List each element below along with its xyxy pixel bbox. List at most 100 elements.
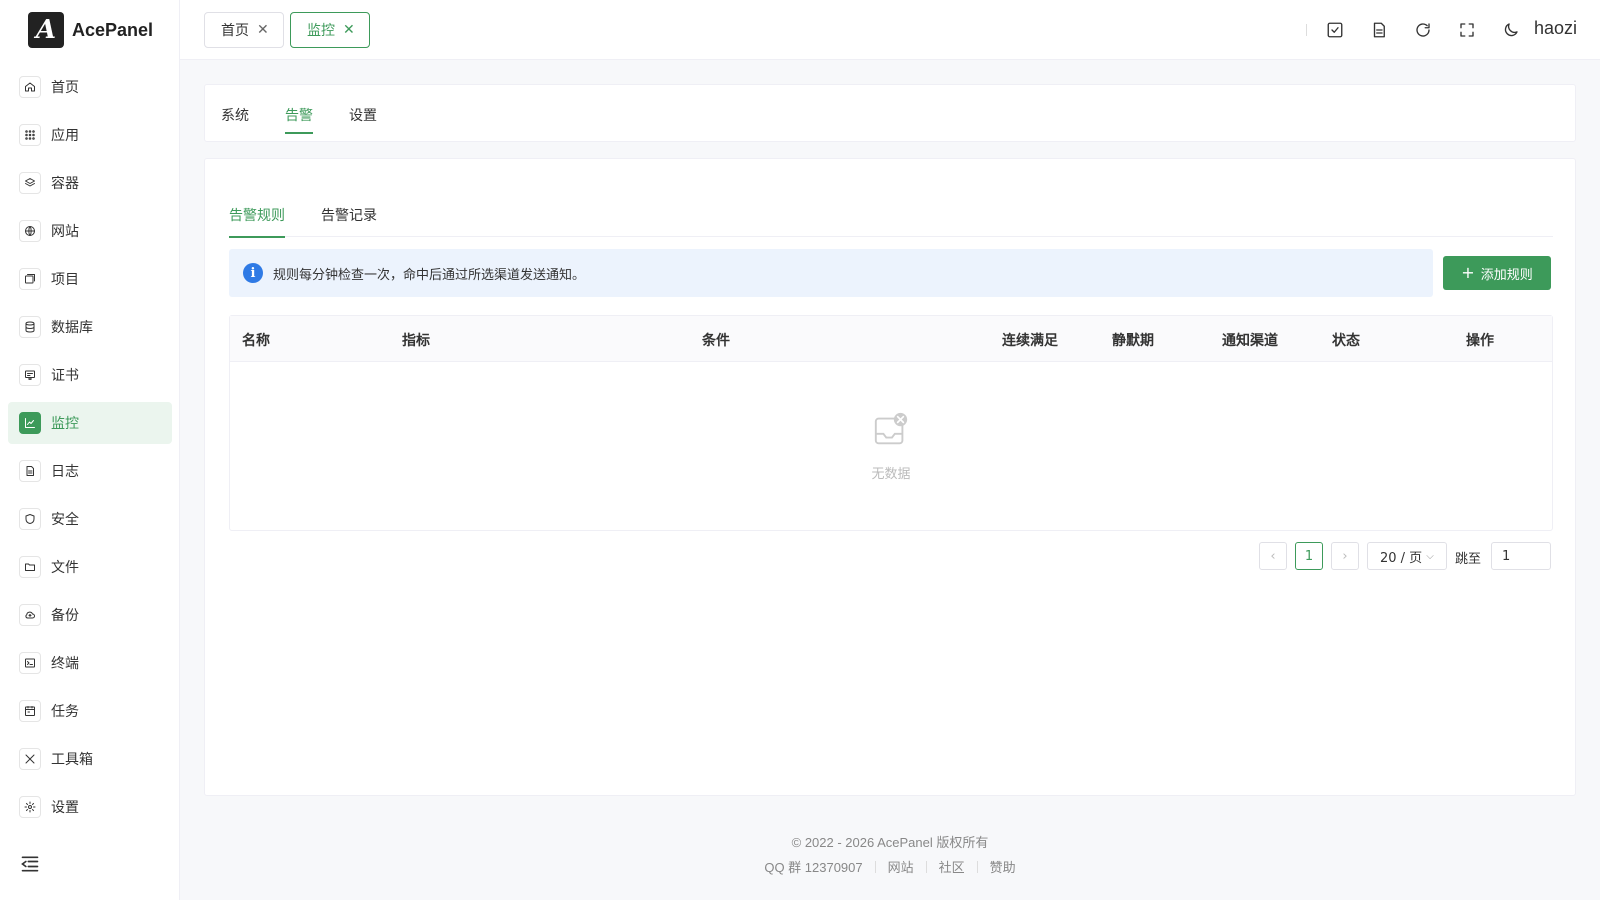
- chevron-left-icon: ‹: [1270, 548, 1276, 564]
- copyright: © 2022 - 2026 AcePanel 版权所有: [791, 835, 989, 850]
- divider: [976, 860, 978, 873]
- sidebar-item-projects[interactable]: 项目: [8, 258, 172, 300]
- close-icon[interactable]: ✕: [343, 23, 355, 37]
- collapse-icon: [21, 856, 39, 872]
- logo[interactable]: A AcePanel: [28, 12, 153, 48]
- terminal-icon: [19, 652, 41, 674]
- footer-link-sponsor[interactable]: 赞助: [990, 857, 1016, 876]
- sidebar: A AcePanel 首页 应用 容器 网站 项目 数据库 证书 监控 日志 安…: [0, 0, 180, 900]
- sidebar-item-toolbox[interactable]: 工具箱: [8, 738, 172, 780]
- globe-icon: [19, 220, 41, 242]
- sidebar-item-backup[interactable]: 备份: [8, 594, 172, 636]
- tab-alerts[interactable]: 告警: [285, 105, 313, 134]
- pagination: ‹ 1 › 20 / 页 ⌵ 跳至: [205, 542, 1575, 570]
- page-size-select[interactable]: 20 / 页 ⌵: [1367, 542, 1447, 570]
- moon-icon[interactable]: [1500, 19, 1522, 41]
- sidebar-item-home[interactable]: 首页: [8, 66, 172, 108]
- footer-link-community[interactable]: 社区: [939, 857, 965, 876]
- sidebar-item-settings[interactable]: 设置: [8, 786, 172, 828]
- sidebar-item-websites[interactable]: 网站: [8, 210, 172, 252]
- sidebar-item-security[interactable]: 安全: [8, 498, 172, 540]
- certificate-icon: [19, 364, 41, 386]
- column-header: 静默期: [1112, 333, 1154, 349]
- close-icon[interactable]: ✕: [257, 23, 269, 37]
- username[interactable]: haozi: [1534, 18, 1577, 39]
- task-icon: [19, 700, 41, 722]
- app-name: AcePanel: [72, 19, 154, 40]
- jump-input[interactable]: [1491, 542, 1551, 570]
- sidebar-nav: 首页 应用 容器 网站 项目 数据库 证书 监控 日志 安全 文件 备份 终端 …: [8, 66, 172, 834]
- qq-group: QQ 群 12370907: [764, 860, 863, 875]
- column-header: 操作: [1466, 333, 1494, 349]
- sidebar-item-tasks[interactable]: 任务: [8, 690, 172, 732]
- logo-mark: A: [28, 12, 64, 48]
- sidebar-item-label: 数据库: [51, 320, 93, 336]
- column-header: 连续满足: [1002, 333, 1058, 349]
- sidebar-item-label: 安全: [51, 512, 79, 528]
- sidebar-item-apps[interactable]: 应用: [8, 114, 172, 156]
- tools-icon: [19, 748, 41, 770]
- tab-home[interactable]: 首页 ✕: [204, 12, 284, 48]
- tab-monitor[interactable]: 监控 ✕: [290, 12, 370, 48]
- chevron-down-icon: ⌵: [1426, 550, 1434, 562]
- header-divider: [1306, 24, 1307, 36]
- sidebar-item-label: 网站: [51, 224, 79, 240]
- fullscreen-icon[interactable]: [1456, 19, 1478, 41]
- empty-inbox-icon: [872, 411, 910, 453]
- document-icon[interactable]: [1368, 19, 1390, 41]
- tab-settings[interactable]: 设置: [349, 105, 377, 125]
- sidebar-item-label: 应用: [51, 128, 79, 144]
- rules-table: 名称 指标 条件 连续满足 静默期 通知渠道 状态 操作 无数据: [229, 315, 1553, 531]
- tab-system[interactable]: 系统: [221, 105, 249, 125]
- column-header: 状态: [1332, 333, 1360, 349]
- collapse-sidebar-button[interactable]: [20, 854, 42, 876]
- sidebar-item-label: 日志: [51, 464, 79, 480]
- sidebar-item-terminal[interactable]: 终端: [8, 642, 172, 684]
- sidebar-item-containers[interactable]: 容器: [8, 162, 172, 204]
- sidebar-item-database[interactable]: 数据库: [8, 306, 172, 348]
- sidebar-item-label: 项目: [51, 272, 79, 288]
- sidebar-item-label: 容器: [51, 176, 79, 192]
- sidebar-item-logs[interactable]: 日志: [8, 450, 172, 492]
- add-rule-button[interactable]: + 添加规则: [1443, 256, 1551, 290]
- gear-icon: [19, 796, 41, 818]
- add-rule-label: 添加规则: [1480, 267, 1533, 283]
- footer-link-website[interactable]: 网站: [888, 857, 914, 876]
- sidebar-item-label: 证书: [51, 368, 79, 384]
- project-icon: [19, 268, 41, 290]
- next-page-button[interactable]: ›: [1331, 542, 1359, 570]
- refresh-icon[interactable]: [1412, 19, 1434, 41]
- prev-page-button[interactable]: ‹: [1259, 542, 1287, 570]
- sidebar-item-label: 首页: [51, 80, 79, 96]
- checkbox-icon[interactable]: [1324, 19, 1346, 41]
- tab-label: 监控: [307, 23, 335, 39]
- column-header: 名称: [242, 333, 270, 349]
- sidebar-item-certificates[interactable]: 证书: [8, 354, 172, 396]
- apps-icon: [19, 124, 41, 146]
- tab-alert-records[interactable]: 告警记录: [321, 205, 377, 225]
- info-alert-text: 规则每分钟检查一次，命中后通过所选渠道发送通知。: [273, 267, 586, 283]
- info-icon: i: [243, 263, 263, 283]
- footer-links: QQ 群 12370907 网站 社区 赞助: [180, 857, 1600, 876]
- sidebar-item-label: 设置: [51, 800, 79, 816]
- tab-label: 首页: [221, 23, 249, 39]
- divider: [925, 860, 927, 873]
- sidebar-item-label: 备份: [51, 608, 79, 624]
- empty-state: 无数据: [230, 362, 1552, 530]
- column-header: 通知渠道: [1222, 333, 1278, 349]
- sidebar-item-label: 监控: [51, 416, 79, 432]
- tab-alert-rules[interactable]: 告警规则: [229, 205, 285, 238]
- sub-tabs: 告警规则 告警记录: [229, 195, 1553, 238]
- info-alert: i 规则每分钟检查一次，命中后通过所选渠道发送通知。: [229, 249, 1433, 297]
- layers-icon: [19, 172, 41, 194]
- sidebar-item-label: 终端: [51, 656, 79, 672]
- header: 首页 ✕ 监控 ✕ haozi: [180, 0, 1600, 60]
- shield-icon: [19, 508, 41, 530]
- empty-text: 无数据: [871, 466, 911, 482]
- sidebar-item-files[interactable]: 文件: [8, 546, 172, 588]
- sidebar-item-label: 任务: [51, 704, 79, 720]
- chart-icon: [19, 412, 41, 434]
- jump-label: 跳至: [1455, 552, 1482, 567]
- sidebar-item-monitor[interactable]: 监控: [8, 402, 172, 444]
- page-number-button[interactable]: 1: [1295, 542, 1323, 570]
